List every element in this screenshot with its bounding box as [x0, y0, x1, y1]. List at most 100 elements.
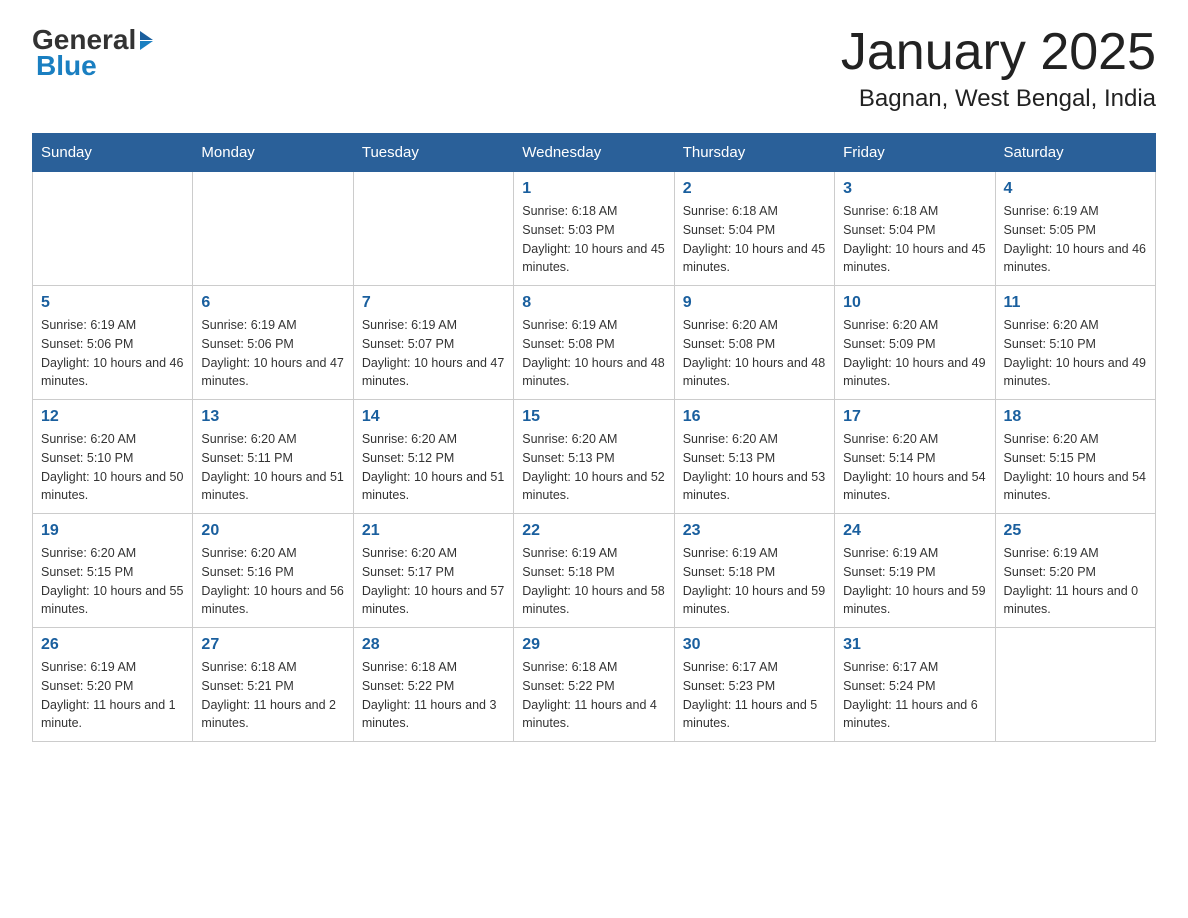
calendar-cell: 22 Sunrise: 6:19 AMSunset: 5:18 PMDayligh…: [514, 514, 674, 628]
calendar-week-4: 19 Sunrise: 6:20 AMSunset: 5:15 PMDayligh…: [33, 514, 1156, 628]
calendar-cell: [193, 172, 353, 286]
day-info: Sunrise: 6:20 AMSunset: 5:08 PMDaylight:…: [683, 316, 826, 391]
day-info: Sunrise: 6:19 AMSunset: 5:18 PMDaylight:…: [683, 544, 826, 619]
calendar-cell: 10Sunrise: 6:20 AMSunset: 5:09 PMDayligh…: [835, 286, 995, 400]
day-number: 6: [201, 294, 344, 312]
day-number: 5: [41, 294, 184, 312]
header-row: SundayMondayTuesdayWednesdayThursdayFrid…: [33, 134, 1156, 172]
day-number: 26: [41, 636, 184, 654]
day-number: 9: [683, 294, 826, 312]
header-day-sunday: Sunday: [33, 134, 193, 172]
day-number: 28: [362, 636, 505, 654]
day-info: Sunrise: 6:18 AMSunset: 5:21 PMDaylight:…: [201, 658, 344, 733]
calendar-week-1: 1Sunrise: 6:18 AMSunset: 5:03 PMDaylight…: [33, 172, 1156, 286]
day-info: Sunrise: 6:19 AMSunset: 5:19 PMDaylight:…: [843, 544, 986, 619]
day-info: Sunrise: 6:19 AMSunset: 5:20 PMDaylight:…: [1004, 544, 1147, 619]
calendar-cell: 25 Sunrise: 6:19 AMSunset: 5:20 PMDayligh…: [995, 514, 1155, 628]
calendar-cell: 23Sunrise: 6:19 AMSunset: 5:18 PMDayligh…: [674, 514, 834, 628]
day-number: 19: [41, 522, 184, 540]
day-info: Sunrise: 6:19 AMSunset: 5:05 PMDaylight:…: [1004, 202, 1147, 277]
day-number: 8: [522, 294, 665, 312]
day-number: 3: [843, 180, 986, 198]
day-info: Sunrise: 6:17 AMSunset: 5:23 PMDaylight:…: [683, 658, 826, 733]
day-number: 2: [683, 180, 826, 198]
calendar-cell: 29Sunrise: 6:18 AMSunset: 5:22 PMDayligh…: [514, 628, 674, 742]
day-number: 21: [362, 522, 505, 540]
calendar-cell: 13Sunrise: 6:20 AMSunset: 5:11 PMDayligh…: [193, 400, 353, 514]
calendar-cell: [995, 628, 1155, 742]
day-number: 29: [522, 636, 665, 654]
calendar-cell: 11Sunrise: 6:20 AMSunset: 5:10 PMDayligh…: [995, 286, 1155, 400]
calendar-cell: 7 Sunrise: 6:19 AMSunset: 5:07 PMDaylight…: [353, 286, 513, 400]
calendar-title: January 2025: [841, 24, 1156, 81]
calendar-cell: 26 Sunrise: 6:19 AMSunset: 5:20 PMDayligh…: [33, 628, 193, 742]
calendar-cell: 16 Sunrise: 6:20 AMSunset: 5:13 PMDayligh…: [674, 400, 834, 514]
logo-blue-text: Blue: [36, 50, 97, 82]
day-info: Sunrise: 6:19 AMSunset: 5:06 PMDaylight:…: [201, 316, 344, 391]
calendar-cell: 1Sunrise: 6:18 AMSunset: 5:03 PMDaylight…: [514, 172, 674, 286]
logo: General Blue: [32, 24, 153, 82]
calendar-header: SundayMondayTuesdayWednesdayThursdayFrid…: [33, 134, 1156, 172]
calendar-cell: 20 Sunrise: 6:20 AMSunset: 5:16 PMDayligh…: [193, 514, 353, 628]
calendar-cell: 15 Sunrise: 6:20 AMSunset: 5:13 PMDayligh…: [514, 400, 674, 514]
day-number: 22: [522, 522, 665, 540]
calendar-cell: 27 Sunrise: 6:18 AMSunset: 5:21 PMDayligh…: [193, 628, 353, 742]
calendar-cell: 8Sunrise: 6:19 AMSunset: 5:08 PMDaylight…: [514, 286, 674, 400]
day-info: Sunrise: 6:19 AMSunset: 5:06 PMDaylight:…: [41, 316, 184, 391]
calendar-cell: 9 Sunrise: 6:20 AMSunset: 5:08 PMDaylight…: [674, 286, 834, 400]
day-info: Sunrise: 6:20 AMSunset: 5:13 PMDaylight:…: [683, 430, 826, 505]
header-day-saturday: Saturday: [995, 134, 1155, 172]
calendar-cell: 18Sunrise: 6:20 AMSunset: 5:15 PMDayligh…: [995, 400, 1155, 514]
calendar-cell: [33, 172, 193, 286]
day-info: Sunrise: 6:19 AMSunset: 5:20 PMDaylight:…: [41, 658, 184, 733]
calendar-cell: 24 Sunrise: 6:19 AMSunset: 5:19 PMDayligh…: [835, 514, 995, 628]
header-day-monday: Monday: [193, 134, 353, 172]
calendar-cell: 28 Sunrise: 6:18 AMSunset: 5:22 PMDayligh…: [353, 628, 513, 742]
day-number: 18: [1004, 408, 1147, 426]
day-number: 15: [522, 408, 665, 426]
day-info: Sunrise: 6:20 AMSunset: 5:15 PMDaylight:…: [41, 544, 184, 619]
calendar-cell: 5 Sunrise: 6:19 AMSunset: 5:06 PMDaylight…: [33, 286, 193, 400]
day-number: 31: [843, 636, 986, 654]
calendar-cell: 6 Sunrise: 6:19 AMSunset: 5:06 PMDaylight…: [193, 286, 353, 400]
day-info: Sunrise: 6:20 AMSunset: 5:17 PMDaylight:…: [362, 544, 505, 619]
calendar-cell: 4Sunrise: 6:19 AMSunset: 5:05 PMDaylight…: [995, 172, 1155, 286]
page-header: General Blue January 2025 Bagnan, West B…: [32, 24, 1156, 113]
day-info: Sunrise: 6:20 AMSunset: 5:12 PMDaylight:…: [362, 430, 505, 505]
day-number: 1: [522, 180, 665, 198]
day-info: Sunrise: 6:18 AMSunset: 5:22 PMDaylight:…: [362, 658, 505, 733]
day-info: Sunrise: 6:20 AMSunset: 5:10 PMDaylight:…: [1004, 316, 1147, 391]
day-info: Sunrise: 6:19 AMSunset: 5:18 PMDaylight:…: [522, 544, 665, 619]
day-number: 7: [362, 294, 505, 312]
day-info: Sunrise: 6:20 AMSunset: 5:13 PMDaylight:…: [522, 430, 665, 505]
calendar-cell: 21 Sunrise: 6:20 AMSunset: 5:17 PMDayligh…: [353, 514, 513, 628]
day-number: 20: [201, 522, 344, 540]
day-info: Sunrise: 6:20 AMSunset: 5:11 PMDaylight:…: [201, 430, 344, 505]
day-info: Sunrise: 6:18 AMSunset: 5:04 PMDaylight:…: [843, 202, 986, 277]
day-info: Sunrise: 6:20 AMSunset: 5:16 PMDaylight:…: [201, 544, 344, 619]
header-day-thursday: Thursday: [674, 134, 834, 172]
day-info: Sunrise: 6:20 AMSunset: 5:10 PMDaylight:…: [41, 430, 184, 505]
day-number: 24: [843, 522, 986, 540]
day-number: 27: [201, 636, 344, 654]
day-info: Sunrise: 6:19 AMSunset: 5:07 PMDaylight:…: [362, 316, 505, 391]
calendar-body: 1Sunrise: 6:18 AMSunset: 5:03 PMDaylight…: [33, 172, 1156, 742]
day-number: 16: [683, 408, 826, 426]
title-block: January 2025 Bagnan, West Bengal, India: [841, 24, 1156, 113]
header-day-tuesday: Tuesday: [353, 134, 513, 172]
calendar-cell: 2Sunrise: 6:18 AMSunset: 5:04 PMDaylight…: [674, 172, 834, 286]
calendar-table: SundayMondayTuesdayWednesdayThursdayFrid…: [32, 133, 1156, 742]
day-number: 17: [843, 408, 986, 426]
calendar-week-2: 5 Sunrise: 6:19 AMSunset: 5:06 PMDaylight…: [33, 286, 1156, 400]
calendar-cell: 31 Sunrise: 6:17 AMSunset: 5:24 PMDayligh…: [835, 628, 995, 742]
calendar-subtitle: Bagnan, West Bengal, India: [841, 85, 1156, 113]
day-number: 25: [1004, 522, 1147, 540]
header-day-friday: Friday: [835, 134, 995, 172]
day-number: 12: [41, 408, 184, 426]
calendar-cell: 17Sunrise: 6:20 AMSunset: 5:14 PMDayligh…: [835, 400, 995, 514]
day-info: Sunrise: 6:17 AMSunset: 5:24 PMDaylight:…: [843, 658, 986, 733]
calendar-cell: 3 Sunrise: 6:18 AMSunset: 5:04 PMDaylight…: [835, 172, 995, 286]
header-day-wednesday: Wednesday: [514, 134, 674, 172]
calendar-week-3: 12 Sunrise: 6:20 AMSunset: 5:10 PMDayligh…: [33, 400, 1156, 514]
calendar-cell: 14Sunrise: 6:20 AMSunset: 5:12 PMDayligh…: [353, 400, 513, 514]
